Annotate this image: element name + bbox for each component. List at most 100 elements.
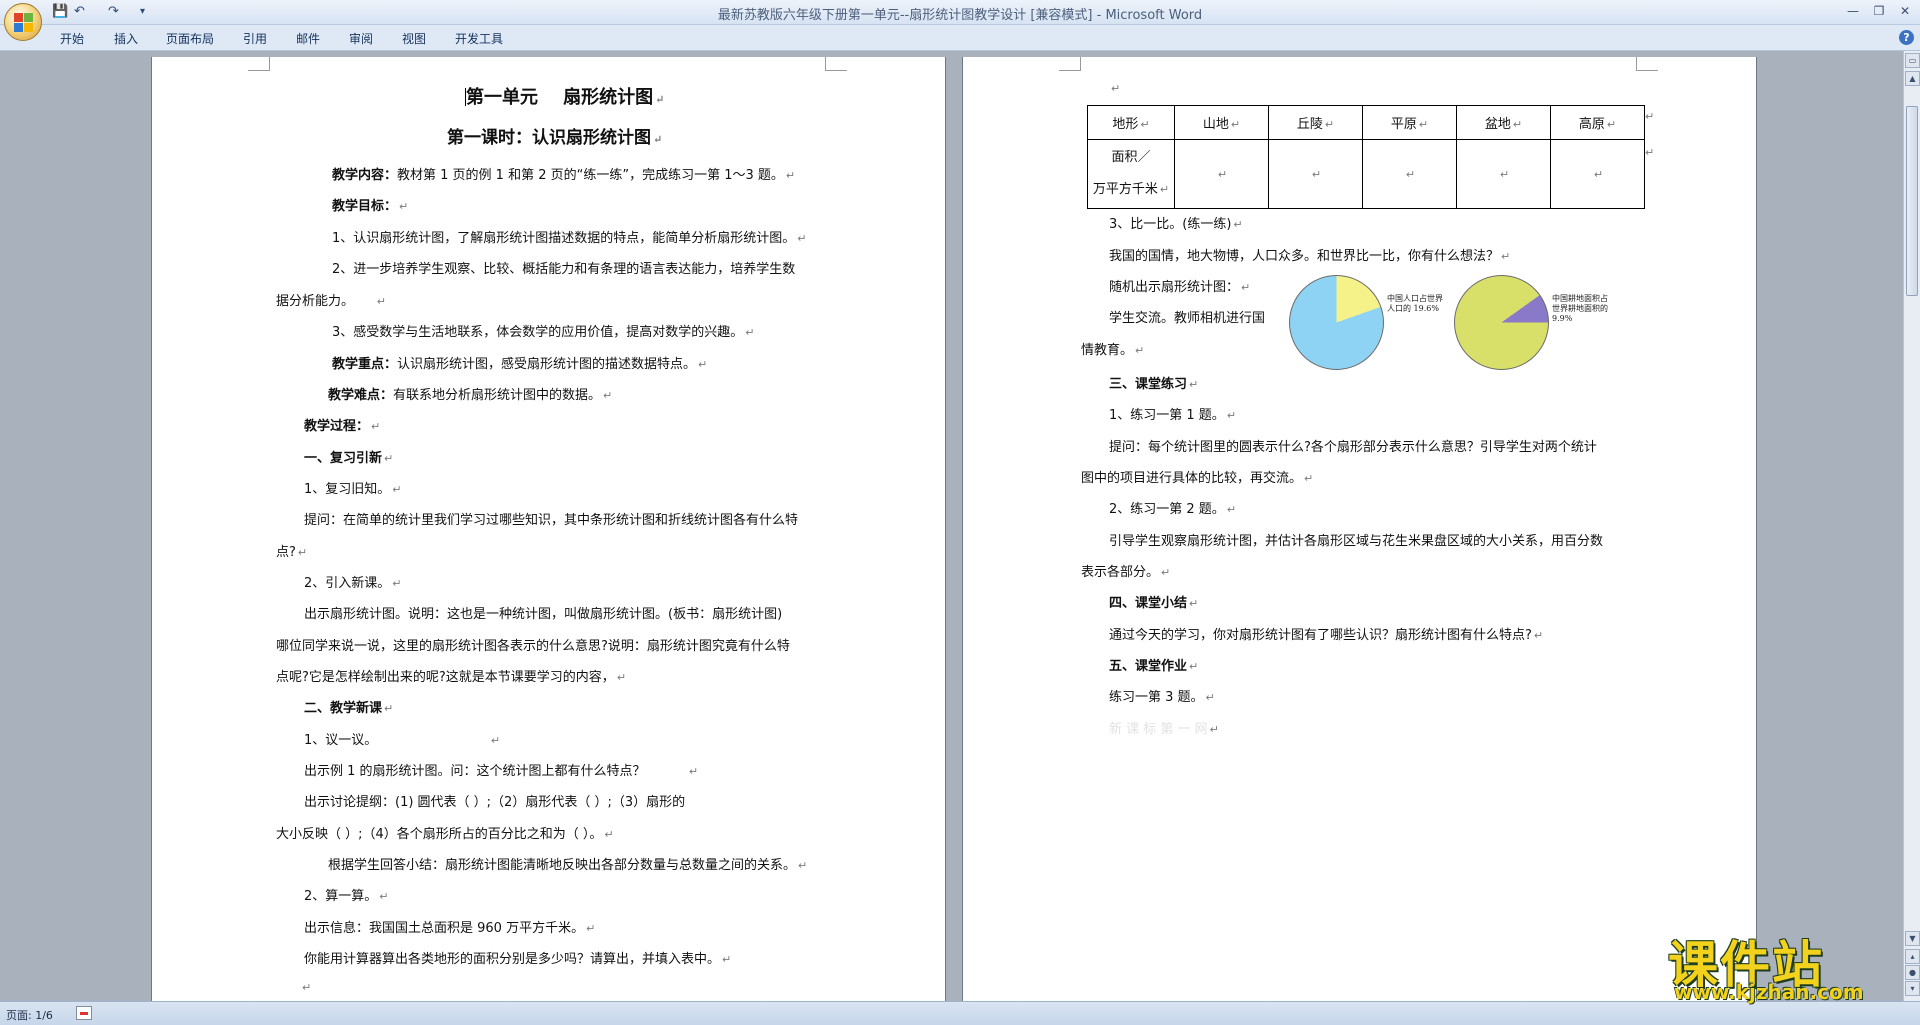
crop-mark xyxy=(825,57,847,71)
row-end-mark: ↵ xyxy=(1645,146,1655,159)
scroll-thumb[interactable] xyxy=(1906,106,1918,296)
body-text: 2、练习一第 2 题。 ↵ xyxy=(1109,502,1237,517)
terrain-area-table: 地形 ↵ 山地 ↵ 丘陵 ↵ 平原 ↵ 盆地 ↵ 高原 ↵ 面积／ 万平方千米 ↵ ↵ ↵ ↵ … xyxy=(1087,105,1645,209)
table-cell[interactable]: 丘陵 ↵ xyxy=(1268,105,1363,140)
window-title: 最新苏教版六年级下册第一单元--扇形统计图教学设计 [兼容模式] - Micro… xyxy=(717,8,1203,23)
row-end-mark: ↵ xyxy=(1645,110,1655,123)
body-text: 表示各部分。 ↵ xyxy=(1081,565,1171,580)
body-text: 通过今天的学习，你对扇形统计图有了哪些认识？扇形统计图有什么特点? ↵ xyxy=(1109,628,1544,643)
help-icon[interactable]: ? xyxy=(1899,30,1914,45)
body-text: 点呢?它是怎样绘制出来的呢?这就是本节课要学习的内容， ↵ xyxy=(276,670,627,685)
section-heading: 四、课堂小结 ↵ xyxy=(1109,596,1199,611)
faint-text: 新 课 标 第 一 网 ↵ xyxy=(1109,722,1219,737)
empty-paragraph: ↵ xyxy=(302,981,312,994)
crop-mark xyxy=(1059,57,1081,71)
ribbon-tabs: 开始 插入 页面布局 引用 邮件 审阅 视图 开发工具 ? xyxy=(0,25,1920,51)
body-text: 我国的国情，地大物博，人口众多。和世界比一比，你有什么想法？ ↵ xyxy=(1109,249,1511,264)
close-button[interactable]: ✕ xyxy=(1892,2,1918,20)
goal-item: 2、进一步培养学生观察、比较、概括能力和有条理的语言表达能力，培养学生数 xyxy=(332,262,796,277)
body-text: 提问：每个统计图里的圆表示什么?各个扇形部分表示什么意思？引导学生对两个统计 xyxy=(1109,440,1597,455)
body-text: 练习一第 3 题。 ↵ xyxy=(1109,690,1215,705)
office-button[interactable] xyxy=(4,3,42,41)
body-text: 出示扇形统计图。说明：这也是一种统计图，叫做扇形统计图。(板书：扇形统计图) xyxy=(304,607,783,622)
tab-developer[interactable]: 开发工具 xyxy=(455,30,503,47)
tab-home[interactable]: 开始 xyxy=(60,30,84,47)
goal-item: 3、感受数学与生活地联系，体会数学的应用价值，提高对数学的兴趣。 ↵ xyxy=(332,325,755,340)
crop-mark xyxy=(1636,57,1658,71)
page-title: 第一单元 扇形统计图 ↵ xyxy=(465,87,665,108)
difficulty-point: 教学难点：有联系地分析扇形统计图中的数据。 ↵ xyxy=(328,388,613,403)
body-text: 大小反映（ ）;（4）各个扇形所占的百分比之和为（ ）。 ↵ xyxy=(276,827,614,842)
table-row: 面积／ 万平方千米 ↵ ↵ ↵ ↵ ↵ ↵ xyxy=(1087,139,1645,209)
body-text: 提问：在简单的统计里我们学习过哪些知识，其中条形统计图和折线统计图各有什么特 xyxy=(304,513,799,528)
table-header-row: 地形 ↵ 山地 ↵ 丘陵 ↵ 平原 ↵ 盆地 ↵ 高原 ↵ xyxy=(1087,105,1645,140)
body-text: 学生交流。教师相机进行国 xyxy=(1109,311,1266,326)
watermark-url: www.kjzhan.com xyxy=(1674,980,1864,1004)
table-cell[interactable]: 平原 ↵ xyxy=(1362,105,1457,140)
section-heading: 二、教学新课 ↵ xyxy=(304,701,394,716)
empty-paragraph: ↵ xyxy=(1111,82,1121,95)
goal-item-cont: 据分析能力。 ↵ xyxy=(276,294,386,309)
title-bar: 💾 ↶ ↷ ▾ 最新苏教版六年级下册第一单元--扇形统计图教学设计 [兼容模式]… xyxy=(0,0,1920,41)
crop-mark xyxy=(248,57,270,71)
key-point: 教学重点：认识扇形统计图，感受扇形统计图的描述数据特点。 ↵ xyxy=(332,357,708,372)
restore-button[interactable]: ❐ xyxy=(1866,2,1892,20)
table-cell[interactable]: 地形 ↵ xyxy=(1087,105,1175,140)
ruler-toggle-icon[interactable]: ▭ xyxy=(1905,53,1920,68)
status-bar: 页面: 1/6 xyxy=(0,1001,1920,1025)
body-text: 2、算一算。 ↵ xyxy=(304,889,389,904)
farmland-pie-chart xyxy=(1454,275,1549,370)
tab-mailings[interactable]: 邮件 xyxy=(296,30,320,47)
pie-label: 中国人口占世界 人口的 19.6% xyxy=(1387,294,1443,313)
site-watermark: 课件站 www.kjzhan.com xyxy=(1668,925,1908,1005)
table-cell[interactable]: ↵ xyxy=(1174,139,1269,209)
pie-label: 中国耕地面积占 世界耕地面积的 9.9% xyxy=(1552,294,1608,323)
table-cell[interactable]: ↵ xyxy=(1268,139,1363,209)
body-text: 引导学生观察扇形统计图，并估计各扇形区域与花生米果盘区域的大小关系，用百分数 xyxy=(1109,534,1604,549)
table-cell[interactable]: 盆地 ↵ xyxy=(1456,105,1551,140)
table-cell[interactable]: ↵ xyxy=(1550,139,1645,209)
table-cell[interactable]: ↵ xyxy=(1456,139,1551,209)
body-text: 2、引入新课。 ↵ xyxy=(304,576,402,591)
body-text: 1、议一议。 ↵ xyxy=(304,733,501,748)
page-count-status[interactable]: 页面: 1/6 xyxy=(6,1007,53,1023)
vertical-scrollbar[interactable]: ▭ ▲ ▼ ▴ ● ▾ xyxy=(1903,51,1920,1001)
body-text: 1、复习旧知。 ↵ xyxy=(304,482,402,497)
section-heading: 三、课堂练习 ↵ xyxy=(1109,377,1199,392)
scroll-up-icon[interactable]: ▲ xyxy=(1905,71,1920,86)
tab-review[interactable]: 审阅 xyxy=(349,30,373,47)
body-text: 随机出示扇形统计图： ↵ xyxy=(1109,280,1251,295)
table-cell[interactable]: 高原 ↵ xyxy=(1550,105,1645,140)
table-cell[interactable]: 面积／ 万平方千米 ↵ xyxy=(1087,139,1175,209)
body-text: 图中的项目进行具体的比较，再交流。 ↵ xyxy=(1081,471,1314,486)
tab-insert[interactable]: 插入 xyxy=(114,30,138,47)
document-page-2[interactable]: ↵ 地形 ↵ 山地 ↵ 丘陵 ↵ 平原 ↵ 盆地 ↵ 高原 ↵ 面积／ 万平方千米 ↵ ↵ ↵ … xyxy=(963,57,1756,1001)
body-text: 出示例 1 的扇形统计图。问：这个统计图上都有什么特点？ ↵ xyxy=(304,764,699,779)
tab-view[interactable]: 视图 xyxy=(402,30,426,47)
body-text: 情教育。 ↵ xyxy=(1081,343,1145,358)
table-cell[interactable]: ↵ xyxy=(1362,139,1457,209)
tab-references[interactable]: 引用 xyxy=(243,30,267,47)
body-text: 你能用计算器算出各类地形的面积分别是多少吗？请算出，并填入表中。 ↵ xyxy=(304,952,732,967)
minimize-button[interactable]: — xyxy=(1840,2,1866,20)
body-text: 点? ↵ xyxy=(276,545,308,560)
section-heading: 五、课堂作业 ↵ xyxy=(1109,659,1199,674)
body-text: 哪位同学来说一说，这里的扇形统计图各表示的什么意思?说明：扇形统计图究竟有什么特 xyxy=(276,639,790,654)
proofing-icon[interactable] xyxy=(76,1006,92,1020)
teaching-goal-label: 教学目标： ↵ xyxy=(332,199,409,214)
tab-page-layout[interactable]: 页面布局 xyxy=(166,30,214,47)
document-area[interactable]: 第一单元 扇形统计图 ↵ 第一课时：认识扇形统计图 ↵ 教学内容：教材第 1 页的例… xyxy=(0,51,1903,1001)
table-cell[interactable]: 山地 ↵ xyxy=(1174,105,1269,140)
population-pie-chart xyxy=(1289,275,1384,370)
office-logo-icon xyxy=(13,12,33,32)
body-text: 3、比一比。(练一练) ↵ xyxy=(1109,217,1243,232)
body-text: 出示信息：我国国土总面积是 960 万平方千米。 ↵ xyxy=(304,921,596,936)
teaching-content: 教学内容：教材第 1 页的例 1 和第 2 页的“练一练”，完成练习一第 1～3… xyxy=(332,168,796,183)
lesson-subtitle: 第一课时：认识扇形统计图 ↵ xyxy=(447,128,663,148)
body-text: 根据学生回答小结：扇形统计图能清晰地反映出各部分数量与总数量之间的关系。 ↵ xyxy=(328,858,808,873)
goal-item: 1、认识扇形统计图，了解扇形统计图描述数据的特点，能简单分析扇形统计图。 ↵ xyxy=(332,231,807,246)
section-heading: 一、复习引新 ↵ xyxy=(304,451,394,466)
body-text: 1、练习一第 1 题。 ↵ xyxy=(1109,408,1237,423)
process-label: 教学过程： ↵ xyxy=(304,419,381,434)
document-page-1[interactable]: 第一单元 扇形统计图 ↵ 第一课时：认识扇形统计图 ↵ 教学内容：教材第 1 页的例… xyxy=(152,57,945,1001)
